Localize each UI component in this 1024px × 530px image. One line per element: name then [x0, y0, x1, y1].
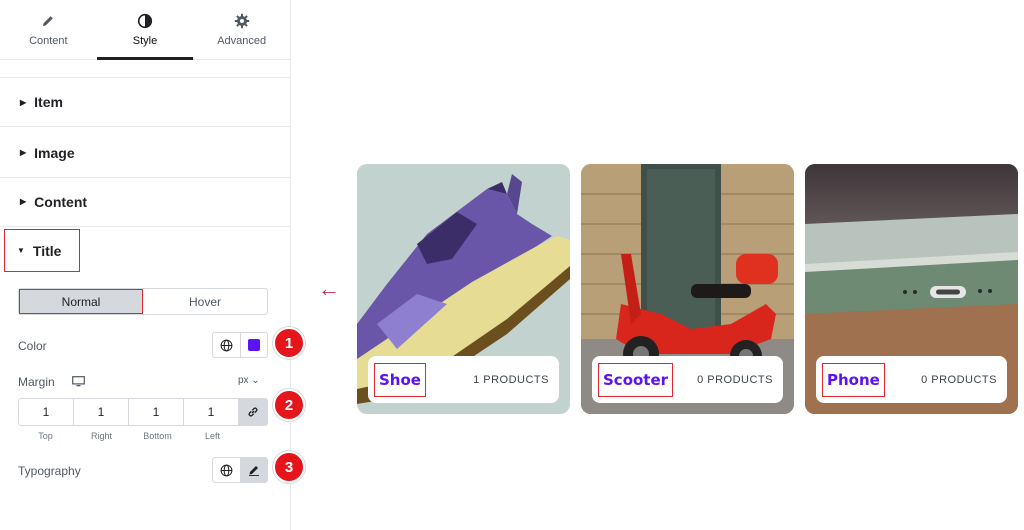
link-values-button[interactable]: [239, 399, 267, 425]
hover-tab[interactable]: Hover: [143, 289, 267, 314]
color-picker-button[interactable]: [239, 333, 268, 357]
panel-tabs: Content Style Advanced: [0, 0, 290, 60]
section-item[interactable]: ▶ Item: [0, 77, 290, 127]
globe-icon: [220, 339, 233, 351]
tab-style-label: Style: [132, 34, 158, 47]
category-title[interactable]: Phone: [822, 362, 885, 397]
margin-top-input[interactable]: 1: [19, 399, 74, 425]
global-typography-button[interactable]: [213, 458, 240, 482]
category-card-shoe[interactable]: Shoe 1 PRODUCTS: [357, 164, 570, 414]
product-count: 0 PRODUCTS: [921, 373, 997, 386]
state-toggle: Normal Hover: [18, 288, 268, 315]
typography-control: [212, 457, 268, 483]
contrast-icon: [137, 13, 153, 29]
caret-right-icon: ▶: [20, 148, 27, 157]
color-label: Color: [18, 339, 47, 353]
globe-icon: [220, 464, 233, 476]
card-info: Shoe 1 PRODUCTS: [368, 356, 559, 403]
tab-style[interactable]: Style: [96, 0, 194, 60]
section-content-label: Content: [34, 193, 88, 210]
tab-content[interactable]: Content: [0, 0, 97, 59]
category-title[interactable]: Shoe: [374, 362, 426, 397]
margin-left-input[interactable]: 1: [184, 399, 239, 425]
section-title-label: Title: [32, 242, 62, 259]
caret-down-icon: ▼: [17, 246, 25, 255]
card-info: Phone 0 PRODUCTS: [816, 356, 1007, 403]
caret-right-icon: ▶: [20, 97, 27, 107]
category-card-phone[interactable]: Phone 0 PRODUCTS: [805, 164, 1018, 414]
color-control: [212, 332, 268, 358]
normal-tab[interactable]: Normal: [19, 289, 143, 314]
margin-inputs: 1 1 1 1: [18, 398, 268, 426]
global-color-button[interactable]: [213, 333, 240, 357]
section-content[interactable]: ▶ Content: [0, 177, 290, 227]
tab-advanced[interactable]: Advanced: [193, 0, 290, 59]
margin-right-label: Right: [90, 431, 112, 441]
step-badge-2: 2: [273, 389, 305, 421]
unit-select[interactable]: px ⌄: [238, 375, 260, 386]
section-title[interactable]: ▼ Title: [4, 229, 80, 272]
margin-bottom-label: Bottom: [143, 431, 172, 441]
section-image[interactable]: ▶ Image: [0, 128, 290, 178]
pencil-icon: [248, 466, 259, 476]
margin-bottom-input[interactable]: 1: [129, 399, 184, 425]
caret-right-icon: ▶: [20, 197, 27, 206]
editor-panel: Content Style Advanced ▶ Item ▶ Image ▶ …: [0, 0, 305, 530]
tab-advanced-label: Advanced: [217, 34, 267, 47]
step-badge-1: 1: [273, 327, 305, 359]
arrow-left-icon: ←: [318, 276, 340, 301]
tab-content-label: Content: [29, 34, 68, 47]
section-image-label: Image: [34, 144, 75, 161]
margin-label: Margin: [18, 375, 55, 389]
typography-label: Typography: [18, 464, 81, 478]
color-swatch: [247, 339, 260, 351]
category-card-scooter[interactable]: Scooter 0 PRODUCTS: [581, 164, 794, 414]
margin-top-label: Top: [38, 431, 53, 441]
link-icon: [248, 407, 258, 417]
edit-typography-button[interactable]: [239, 458, 267, 482]
desktop-icon[interactable]: [72, 374, 85, 392]
step-badge-3: 3: [273, 451, 305, 483]
pencil-icon: [40, 13, 56, 29]
margin-right-input[interactable]: 1: [74, 399, 129, 425]
category-title[interactable]: Scooter: [598, 362, 674, 397]
gear-icon: [234, 13, 250, 29]
card-info: Scooter 0 PRODUCTS: [592, 356, 783, 403]
margin-left-label: Left: [204, 431, 220, 441]
product-count: 0 PRODUCTS: [697, 373, 773, 386]
product-count: 1 PRODUCTS: [473, 373, 549, 386]
section-item-label: Item: [34, 94, 63, 110]
